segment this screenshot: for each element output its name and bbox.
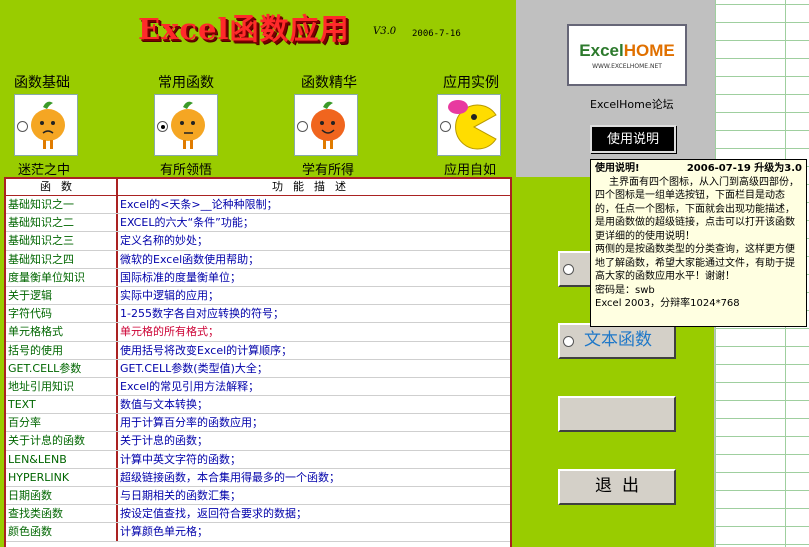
category-option-examples[interactable] — [437, 94, 501, 156]
table-row[interactable]: 日期函数 与日期相关的函数汇集； — [6, 487, 510, 506]
function-name-link[interactable]: 基础知识之二 — [6, 214, 118, 232]
text-functions-button[interactable]: 文本函数 — [558, 323, 676, 359]
tooltip-password: 密码是：swb — [595, 284, 655, 296]
page-title: Excel函数应用 — [138, 12, 350, 46]
table-row[interactable]: 基础知识之三 定义名称的妙处； — [6, 232, 510, 251]
help-tooltip: 使用说明! 2006-07-19 升级为3.0 主界面有四个图标，从入门到高级四部… — [590, 159, 807, 327]
table-row[interactable]: 括号的使用 使用括号将改变Excel的计算顺序； — [6, 341, 510, 360]
function-name-link[interactable]: 括号的使用 — [6, 341, 118, 359]
column-header-description: 功能描述 — [272, 180, 356, 193]
function-description-link[interactable]: 计算颜色单元格； — [118, 523, 510, 540]
function-name-link[interactable]: GET.CELL参数 — [6, 359, 118, 377]
table-row[interactable]: 基础知识之二 EXCEL的六大“条件”功能； — [6, 214, 510, 233]
function-description-link[interactable]: 微软的Excel函数使用帮助； — [118, 251, 510, 268]
table-row[interactable]: GET.CELL参数 GET.CELL参数(类型值)大全； — [6, 359, 510, 378]
function-name-link[interactable]: TEXT — [6, 396, 118, 414]
function-name-link[interactable]: 查找类函数 — [6, 505, 118, 523]
function-description-link[interactable]: 单元格的所有格式； — [118, 323, 510, 340]
table-row[interactable]: 查找类函数 按设定值查找，返回符合要求的数据； — [6, 505, 510, 524]
radio-button[interactable] — [297, 121, 308, 132]
category-label-essence: 函数精华 — [301, 75, 357, 91]
tooltip-paragraph-2: 两侧的是按函数类型的分类查询，这样更方便地了解函数，希望大家能通过文件，有助于提… — [595, 244, 795, 282]
function-description-link[interactable]: 国际标准的度量衡单位； — [118, 269, 510, 286]
function-name-link[interactable]: 字符代码 — [6, 305, 118, 323]
function-description-link[interactable]: Excel的<天条>__论种种限制； — [118, 196, 510, 213]
function-description-link[interactable]: 超级链接函数，本合集用得最多的一个函数； — [118, 469, 510, 486]
table-header: 函数 功能描述 — [6, 179, 510, 196]
function-description-link[interactable]: Excel的常见引用方法解释； — [118, 378, 510, 395]
category-sub-examples: 应用自如 — [444, 163, 497, 178]
function-name-link[interactable]: 基础知识之一 — [6, 196, 118, 214]
table-row[interactable]: 单元格格式 单元格的所有格式； — [6, 323, 510, 342]
function-description-link[interactable]: EXCEL的六大“条件”功能； — [118, 214, 510, 231]
function-name-link[interactable]: 度量衡单位知识 — [6, 268, 118, 286]
category-label-basics: 函数基础 — [14, 75, 70, 91]
table-row[interactable]: 颜色函数 计算颜色单元格； — [6, 523, 510, 542]
radio-button[interactable] — [440, 121, 451, 132]
table-row[interactable]: 关于逻辑 实际中逻辑的应用； — [6, 286, 510, 306]
table-row[interactable]: HYPERLINK 超级链接函数，本合集用得最多的一个函数； — [6, 468, 510, 487]
radio-button[interactable] — [17, 121, 28, 132]
category-option-essence[interactable] — [294, 94, 358, 156]
function-description-link[interactable]: 使用括号将改变Excel的计算顺序； — [118, 342, 510, 359]
category-option-common[interactable] — [154, 94, 218, 156]
radio-button-selected[interactable] — [157, 121, 168, 132]
table-row[interactable]: TEXT 数值与文本转换； — [6, 396, 510, 415]
function-description-link[interactable]: 关于计息的函数； — [118, 432, 510, 449]
function-name-link[interactable]: 单元格格式 — [6, 323, 118, 341]
table-row[interactable]: 字符代码 1-255数字各自对应转换的符号； — [6, 305, 510, 324]
function-description-link[interactable]: 1-255数字各自对应转换的符号； — [118, 305, 510, 322]
function-name-link[interactable]: 日期函数 — [6, 487, 118, 505]
function-description-link[interactable]: 定义名称的妙处； — [118, 232, 510, 249]
radio-button[interactable] — [563, 264, 574, 275]
date-label: 2006-7-16 — [412, 29, 461, 39]
version-label: V3.0 — [373, 26, 397, 37]
excelhome-logo[interactable]: ExcelHOME WWW.EXCELHOME.NET — [567, 24, 687, 86]
category-sub-basics: 迷茫之中 — [18, 163, 71, 178]
forum-label: ExcelHome论坛 — [590, 98, 674, 111]
table-row[interactable]: 基础知识之四 微软的Excel函数使用帮助； — [6, 250, 510, 269]
function-name-link[interactable]: 关于逻辑 — [6, 286, 118, 305]
function-name-link[interactable]: 关于计息的函数 — [6, 432, 118, 450]
function-name-link[interactable]: 基础知识之四 — [6, 250, 118, 268]
function-name-link[interactable]: LEN&LENB — [6, 450, 118, 468]
function-name-link[interactable]: 百分率 — [6, 414, 118, 432]
function-description-link[interactable]: 用于计算百分率的函数应用； — [118, 414, 510, 431]
tooltip-header: 使用说明! 2006-07-19 升级为3.0 — [595, 163, 802, 174]
function-description-link[interactable]: 与日期相关的函数汇集； — [118, 487, 510, 504]
table-row[interactable]: LEN&LENB 计算中英文字符的函数； — [6, 450, 510, 469]
column-header-function: 函数 — [6, 179, 118, 195]
function-name-link[interactable]: 颜色函数 — [6, 523, 118, 541]
function-name-link[interactable]: HYPERLINK — [6, 468, 118, 486]
function-description-link[interactable]: 数值与文本转换； — [118, 396, 510, 413]
blank-button[interactable] — [558, 396, 676, 432]
table-row[interactable]: 关于计息的函数 关于计息的函数； — [6, 432, 510, 451]
function-description-link[interactable]: 计算中英文字符的函数； — [118, 451, 510, 468]
category-sub-essence: 学有所得 — [302, 163, 355, 178]
logo-wordmark: ExcelHOME — [579, 40, 675, 60]
table-row[interactable]: 基础知识之一 Excel的<天条>__论种种限制； — [6, 196, 510, 215]
table-row[interactable]: 百分率 用于计算百分率的函数应用； — [6, 414, 510, 433]
radio-button[interactable] — [563, 336, 574, 347]
logo-url: WWW.EXCELHOME.NET — [592, 62, 662, 70]
function-name-link[interactable]: 基础知识之三 — [6, 232, 118, 250]
category-label-examples: 应用实例 — [443, 75, 499, 91]
function-description-link[interactable]: GET.CELL参数(类型值)大全； — [118, 360, 510, 377]
function-name-link[interactable]: 地址引用知识 — [6, 377, 118, 396]
table-row[interactable]: 地址引用知识 Excel的常见引用方法解释； — [6, 377, 510, 397]
tooltip-paragraph-1: 主界面有四个图标，从入门到高级四部份，四个图标是一组单选按钮，下面栏目是动态的，… — [595, 176, 799, 242]
table-row[interactable]: 度量衡单位知识 国际标准的度量衡单位； — [6, 268, 510, 287]
help-button[interactable]: 使用说明 — [590, 125, 676, 153]
function-table: 函数 功能描述 基础知识之一 Excel的<天条>__论种种限制； 基础知识之二 EX… — [4, 177, 512, 547]
category-sub-common: 有所领悟 — [160, 163, 213, 178]
function-description-link[interactable]: 按设定值查找，返回符合要求的数据； — [118, 505, 510, 522]
category-option-basics[interactable] — [14, 94, 78, 156]
tooltip-footer: Excel 2003，分辩率1024*768 — [595, 298, 740, 309]
category-label-common: 常用函数 — [158, 75, 214, 91]
function-description-link[interactable]: 实际中逻辑的应用； — [118, 287, 510, 304]
exit-button[interactable]: 退出 — [558, 469, 676, 505]
